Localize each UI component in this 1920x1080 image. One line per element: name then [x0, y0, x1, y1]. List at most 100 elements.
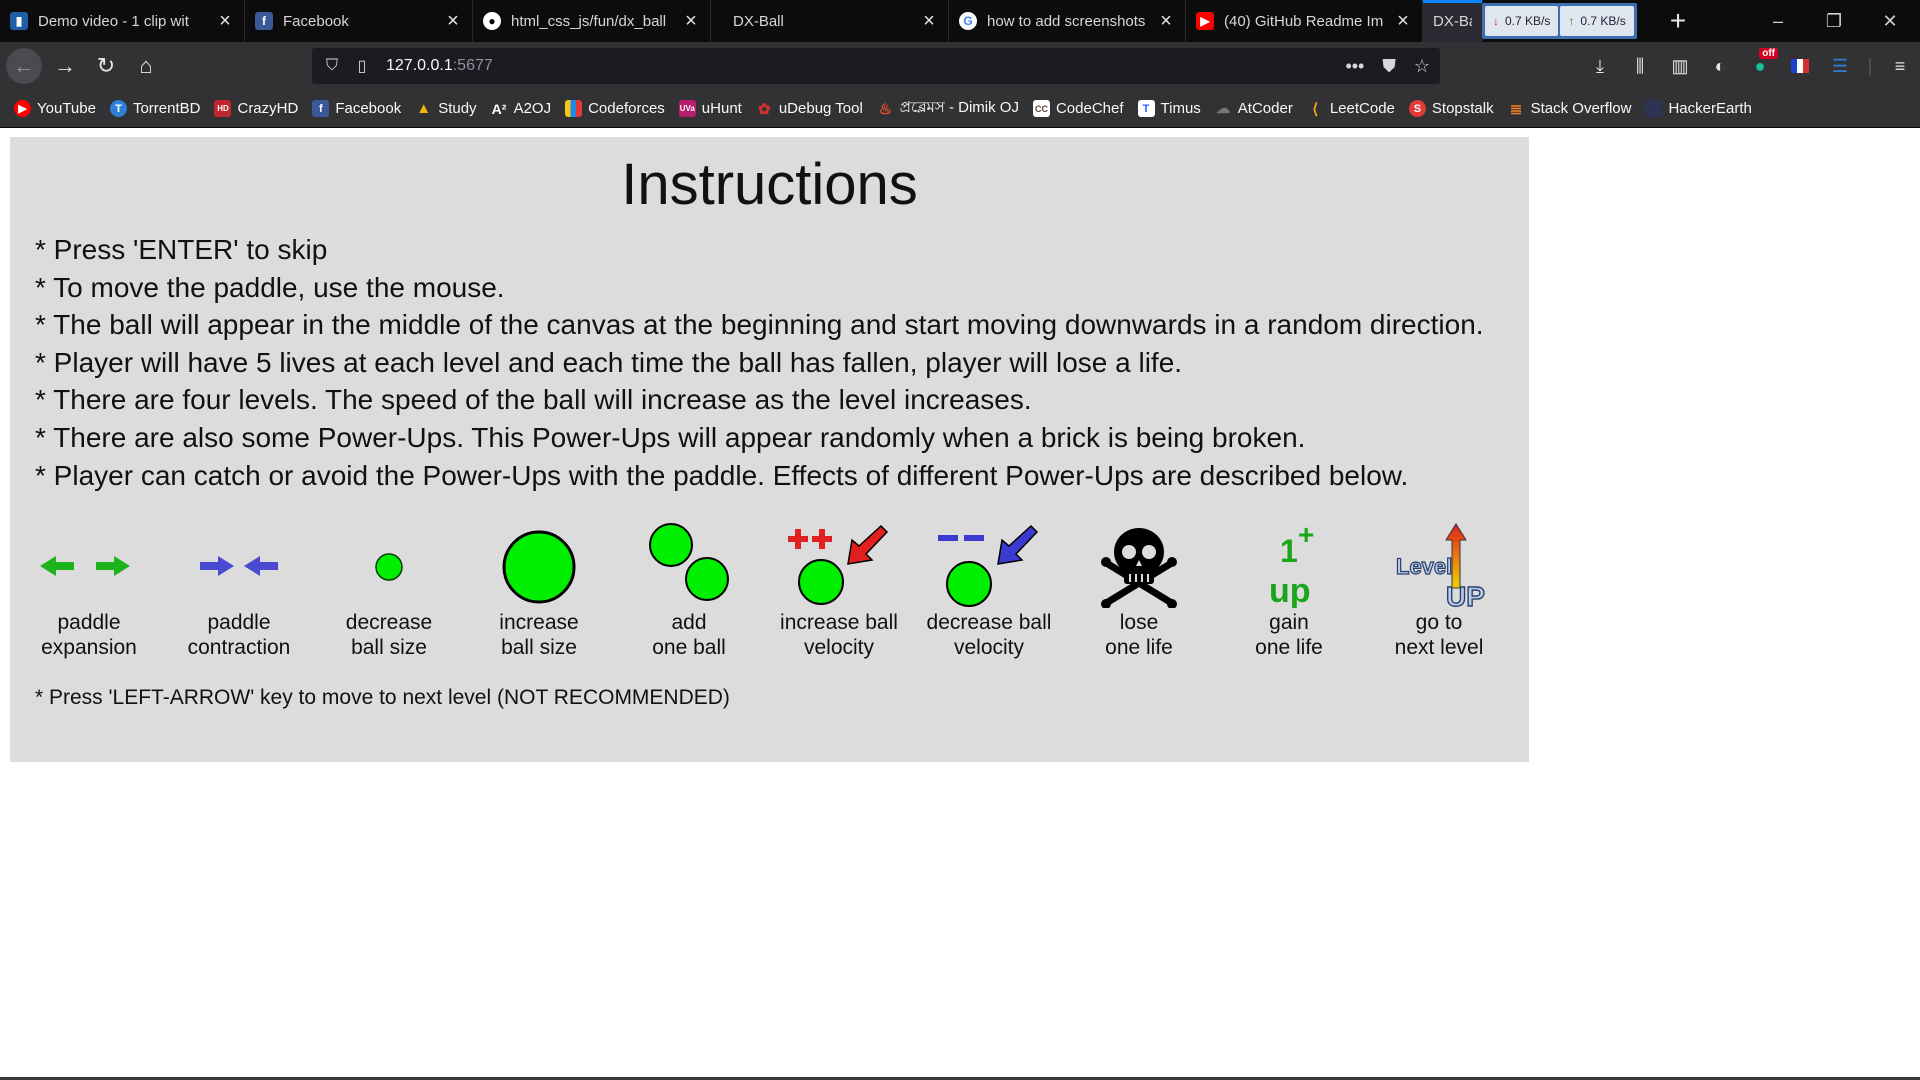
- instruction-line: * There are four levels. The speed of th…: [35, 384, 1032, 416]
- udebug-icon: ✿: [758, 100, 771, 118]
- tab-title: DX-Ball: [733, 12, 784, 30]
- bookmark-stack-overflow[interactable]: ≣ Stack Overflow: [1508, 100, 1632, 118]
- instructions-list: * Press 'ENTER' to skip * To move the pa…: [35, 231, 1484, 494]
- reload-button[interactable]: ↻: [88, 48, 124, 84]
- bookmark-label: Codeforces: [588, 100, 665, 117]
- shield-icon[interactable]: ⛉: [322, 56, 342, 76]
- tab-facebook[interactable]: f Facebook ×: [245, 0, 473, 42]
- facebook-icon: f: [312, 100, 330, 117]
- bookmark-torrentbd[interactable]: T TorrentBD: [109, 100, 200, 117]
- bookmark-udebug[interactable]: ✿ uDebug Tool: [756, 100, 863, 118]
- bookmark-facebook[interactable]: f Facebook: [312, 100, 401, 117]
- bookmark-label: Timus: [1160, 100, 1201, 117]
- page-actions-icon[interactable]: •••: [1345, 56, 1364, 77]
- instruction-line: * To move the paddle, use the mouse.: [35, 271, 505, 303]
- instruction-line: * The ball will appear in the middle of …: [35, 309, 1484, 341]
- bookmark-label: A2OJ: [513, 100, 552, 117]
- bookmark-label: CrazyHD: [237, 100, 299, 117]
- upload-arrow-icon: ↑: [1568, 14, 1575, 28]
- tab-youtube[interactable]: ▶ (40) GitHub Readme Im ×: [1186, 0, 1423, 42]
- bookmark-label: প্রব্লেমস - Dimik OJ: [899, 99, 1019, 116]
- svg-text:Level: Level: [1396, 554, 1452, 579]
- back-button[interactable]: ←: [6, 48, 42, 84]
- network-speed-widget[interactable]: ↓ 0.7 KB/s ↑ 0.7 KB/s: [1482, 3, 1637, 39]
- powerup-label: go to next level: [1394, 611, 1484, 659]
- restore-button[interactable]: ❐: [1806, 0, 1862, 42]
- close-icon[interactable]: ×: [216, 10, 234, 32]
- library-icon[interactable]: ⫼: [1620, 42, 1660, 90]
- bookmark-timus[interactable]: T Timus: [1137, 100, 1201, 117]
- downloads-icon[interactable]: ⤓: [1580, 42, 1620, 90]
- bookmark-dimik-oj[interactable]: ♨ প্রব্লেমস - Dimik OJ: [877, 96, 1019, 121]
- bookmark-hackerearth[interactable]: HackerEarth: [1645, 100, 1752, 117]
- close-icon[interactable]: ×: [920, 10, 938, 32]
- torrentbd-icon: T: [109, 100, 127, 117]
- powerup-gain-life: 1 + up gain one life: [1214, 522, 1364, 662]
- extension-badge: off: [1759, 48, 1778, 59]
- bookmark-label: YouTube: [37, 100, 96, 117]
- tab-title: how to add screenshots: [987, 12, 1146, 30]
- powerup-label: increase ball size: [499, 611, 579, 659]
- pocket-icon[interactable]: ⛊: [1382, 56, 1396, 77]
- bookmark-label: uDebug Tool: [778, 100, 863, 117]
- tab-google-search[interactable]: G how to add screenshots ×: [949, 0, 1186, 42]
- timus-icon: T: [1137, 100, 1155, 117]
- upload-speed-value: 0.7 KB/s: [1580, 14, 1626, 28]
- powerup-decrease-velocity: decrease ball velocity: [914, 522, 1064, 662]
- atcoder-icon: ☁: [1216, 100, 1231, 116]
- bookmark-a2oj[interactable]: A² A2OJ: [491, 100, 552, 117]
- bookmark-codeforces[interactable]: Codeforces: [565, 100, 665, 117]
- bookmark-star-icon[interactable]: ☆: [1414, 56, 1430, 77]
- tab-title: Demo video - 1 clip wit: [38, 12, 189, 30]
- bookmark-label: AtCoder: [1237, 100, 1293, 117]
- tab-dx-ball-active[interactable]: DX-Bal: [1423, 0, 1483, 42]
- game-canvas[interactable]: Instructions * Press 'ENTER' to skip * T…: [10, 137, 1529, 762]
- bookmark-leetcode[interactable]: ⟨ LeetCode: [1307, 100, 1395, 118]
- bookmark-codechef[interactable]: CC CodeChef: [1032, 100, 1124, 117]
- powerup-label: decrease ball velocity: [926, 611, 1052, 659]
- new-tab-button[interactable]: +: [1660, 0, 1696, 42]
- home-button[interactable]: ⌂: [128, 48, 164, 84]
- forward-button[interactable]: →: [47, 48, 83, 84]
- close-icon[interactable]: ×: [682, 10, 700, 32]
- powerup-label: paddle contraction: [187, 611, 291, 659]
- extension-list-icon[interactable]: ☰: [1820, 42, 1860, 90]
- minimize-button[interactable]: –: [1750, 0, 1806, 42]
- codeforces-icon: [565, 100, 583, 117]
- bookmark-stopstalk[interactable]: S Stopstalk: [1408, 100, 1494, 117]
- close-icon[interactable]: ×: [1394, 10, 1412, 32]
- powerup-legend: paddle expansion paddle contraction decrea…: [10, 522, 1529, 662]
- bookmark-study[interactable]: ▲ Study: [415, 100, 476, 117]
- bookmark-label: Facebook: [335, 100, 402, 117]
- extension-globe-icon[interactable]: ◐: [1700, 42, 1740, 90]
- extension-grammarly-icon[interactable]: ● off: [1740, 42, 1780, 90]
- tab-demo-video[interactable]: ▮ Demo video - 1 clip wit ×: [0, 0, 245, 42]
- close-icon[interactable]: ×: [1157, 10, 1175, 32]
- svg-text:up: up: [1269, 572, 1311, 608]
- tab-dx-ball[interactable]: DX-Ball ×: [711, 0, 949, 42]
- bookmark-crazyhd[interactable]: HD CrazyHD: [214, 100, 298, 117]
- paddle-contraction-icon: [200, 556, 278, 576]
- stopstalk-icon: S: [1408, 100, 1426, 117]
- dimik-icon: ♨: [878, 100, 893, 118]
- bookmark-atcoder[interactable]: ☁ AtCoder: [1215, 100, 1293, 117]
- extension-flag-icon[interactable]: [1780, 42, 1820, 90]
- github-icon: ●: [483, 12, 501, 30]
- bookmark-youtube[interactable]: ▶ YouTube: [14, 100, 96, 117]
- download-arrow-icon: ↓: [1493, 14, 1499, 28]
- menu-icon[interactable]: ≡: [1880, 42, 1920, 90]
- powerup-lose-life: lose one life: [1064, 522, 1214, 662]
- skull-icon: [1101, 528, 1177, 608]
- bookmark-uhunt[interactable]: UVa uHunt: [678, 100, 742, 117]
- close-window-button[interactable]: ✕: [1862, 0, 1918, 42]
- speed-up-icon: [788, 524, 889, 605]
- download-speed-value: 0.7 KB/s: [1505, 14, 1551, 28]
- page-content: Instructions * Press 'ENTER' to skip * T…: [0, 129, 1920, 1080]
- close-icon[interactable]: ×: [444, 10, 462, 32]
- facebook-icon: f: [255, 12, 273, 30]
- bookmark-label: LeetCode: [1329, 100, 1395, 117]
- url-bar[interactable]: ⛉ ▯ 127.0.0.1:5677 ••• ⛊ ☆: [312, 48, 1440, 84]
- level-up-icon: Level UP: [1395, 523, 1486, 608]
- sidebar-icon[interactable]: ▥: [1660, 42, 1700, 90]
- tab-github[interactable]: ● html_css_js/fun/dx_ball ×: [473, 0, 711, 42]
